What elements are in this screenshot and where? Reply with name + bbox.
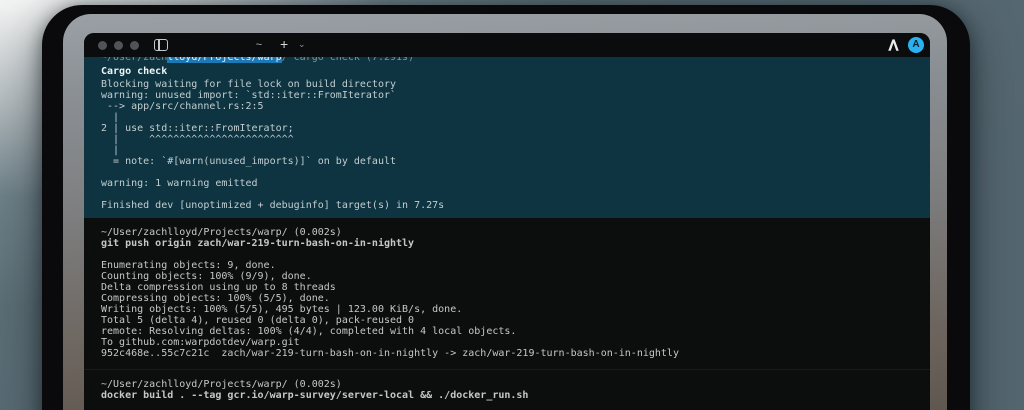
new-tab-chevron-icon[interactable]: ⌄ [298,33,306,57]
minimize-button[interactable] [114,41,123,50]
tab-home[interactable]: ~ [214,33,304,57]
zoom-button[interactable] [130,41,139,50]
account-avatar[interactable]: A [908,37,924,53]
terminal-line: --> app/src/channel.rs:2:5 [101,101,264,112]
terminal-line: remote: Resolving deltas: 100% (4/4), co… [101,326,517,337]
terminal-line: 2 | use std::iter::FromIterator; [101,123,294,134]
command-line: docker build . --tag gcr.io/warp-survey/… [101,390,529,401]
terminal-line: warning: unused import: `std::iter::From… [101,90,397,101]
scrolled-prompt-line: ~/User/zachlloyd/Projects/warp/ cargo ch… [101,57,930,64]
titlebar: ~ + ⌄ A [84,33,930,57]
terminal-line: Writing objects: 100% (5/5), 495 bytes |… [101,304,463,315]
prompt-text: ~/User/zach [101,57,168,63]
command-line: git push origin zach/war-219-turn-bash-o… [101,238,415,249]
command-line: Cargo check [101,66,168,77]
hero-background: ~ + ⌄ A ~/User/zachlloyd/Projects/warp/ … [0,0,1024,410]
terminal-line: Delta compression using up to 8 threads [101,282,336,293]
close-button[interactable] [98,41,107,50]
prompt-line: ~/User/zachlloyd/Projects/warp/ (0.002s) [101,379,342,390]
terminal-line: 952c468e..55c7c21c zach/war-219-turn-bas… [101,348,679,359]
terminal-line: Counting objects: 100% (9/9), done. [101,271,312,282]
screen-bezel: ~ + ⌄ A ~/User/zachlloyd/Projects/warp/ … [63,14,947,410]
terminal-line: Total 5 (delta 4), reused 0 (delta 0), p… [101,315,415,326]
block-git-push[interactable]: ~/User/zachlloyd/Projects/warp/ (0.002s)… [84,218,930,369]
terminal-line: Finished dev [unoptimized + debuginfo] t… [101,200,445,211]
laptop-frame: ~ + ⌄ A ~/User/zachlloyd/Projects/warp/ … [42,5,970,410]
prompt-line: ~/User/zachlloyd/Projects/warp/ (0.002s) [101,227,342,238]
selected-text: lloyd/Projects/warp [167,57,282,63]
terminal-window: ~ + ⌄ A ~/User/zachlloyd/Projects/warp/ … [84,33,930,410]
block-docker-build[interactable]: ~/User/zachlloyd/Projects/warp/ (0.002s)… [84,369,930,410]
terminal-content: ~/User/zachlloyd/Projects/warp/ cargo ch… [84,57,930,410]
terminal-line: | [101,112,120,123]
block-cargo-check[interactable]: ~/User/zachlloyd/Projects/warp/ cargo ch… [84,57,930,218]
terminal-line: | ^^^^^^^^^^^^^^^^^^^^^^^^ [101,134,294,145]
terminal-line: Enumerating objects: 9, done. [101,260,276,271]
command-output: Blocking waiting for file lock on build … [101,79,930,211]
command-output: Enumerating objects: 9, done. Counting ob… [101,260,930,359]
window-controls [98,41,139,50]
new-tab-button[interactable]: + [280,33,288,57]
terminal-line: = note: `#[warn(unused_imports)]` on by … [101,156,397,167]
terminal-line: Compressing objects: 100% (5/5), done. [101,293,330,304]
warp-logo-icon [887,38,900,57]
sidebar-toggle-icon[interactable] [154,39,168,51]
prompt-text: / cargo check (7.291s) [281,57,415,63]
terminal-line: To github.com:warpdotdev/warp.git [101,337,300,348]
terminal-line: Blocking waiting for file lock on build … [101,79,397,90]
terminal-line: warning: 1 warning emitted [101,178,258,189]
terminal-line: | [101,145,120,156]
